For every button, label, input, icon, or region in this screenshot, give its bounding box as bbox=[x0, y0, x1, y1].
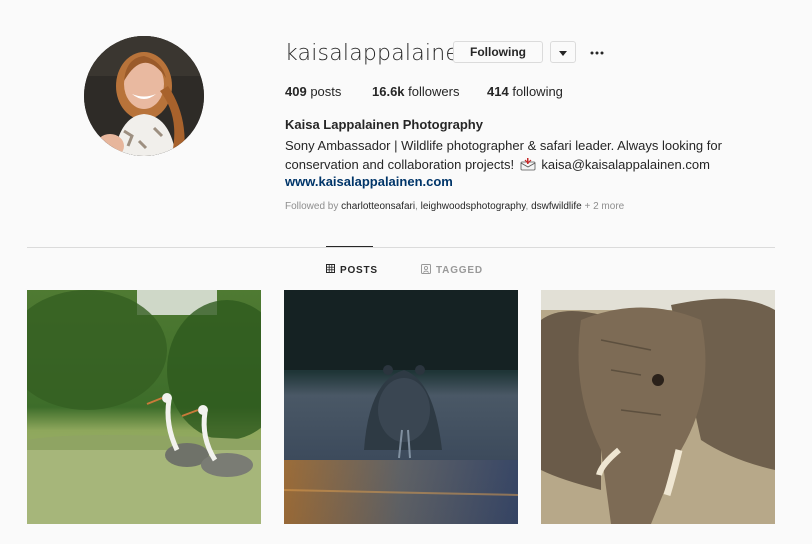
followers-stat[interactable]: 16.6k followers bbox=[372, 84, 459, 99]
caret-down-icon bbox=[559, 43, 567, 61]
tabs-divider bbox=[27, 247, 775, 248]
bio-line-2: conservation and collaboration projects!… bbox=[285, 155, 735, 176]
post-thumbnail[interactable] bbox=[27, 290, 261, 524]
posts-label: posts bbox=[310, 84, 342, 99]
followed-by-more[interactable]: + 2 more bbox=[584, 201, 624, 212]
suggestions-dropdown-button[interactable] bbox=[550, 41, 576, 63]
followed-by-user[interactable]: leighwoodsphotography bbox=[421, 201, 526, 212]
tab-tagged-label: TAGGED bbox=[436, 265, 483, 276]
grid-icon bbox=[326, 264, 335, 276]
tab-tagged[interactable]: TAGGED bbox=[421, 264, 483, 277]
following-count: 414 bbox=[487, 84, 509, 99]
active-tab-indicator bbox=[326, 246, 373, 247]
bio-website-link[interactable]: www.kaisalappalainen.com bbox=[285, 174, 453, 189]
bio-line-1: Sony Ambassador | Wildlife photographer … bbox=[285, 138, 722, 153]
bio-full-name: Kaisa Lappalainen Photography bbox=[285, 117, 483, 132]
more-horizontal-icon bbox=[590, 42, 604, 60]
following-button[interactable]: Following bbox=[453, 41, 543, 63]
following-stat[interactable]: 414 following bbox=[487, 84, 563, 99]
profile-avatar[interactable] bbox=[84, 36, 204, 156]
following-label: following bbox=[512, 84, 563, 99]
bio-text: Sony Ambassador | Wildlife photographer … bbox=[285, 136, 735, 176]
tagged-user-icon bbox=[421, 264, 431, 277]
followed-by[interactable]: Followed by charlotteonsafari, leighwood… bbox=[285, 201, 624, 212]
post-thumbnail[interactable] bbox=[541, 290, 775, 524]
posts-stat: 409 posts bbox=[285, 84, 341, 99]
followed-by-user[interactable]: dswfwildlife bbox=[531, 201, 582, 212]
bio-line-2-text: conservation and collaboration projects! bbox=[285, 157, 515, 172]
tab-posts[interactable]: POSTS bbox=[326, 264, 378, 276]
more-options-button[interactable] bbox=[588, 42, 606, 60]
posts-count: 409 bbox=[285, 84, 307, 99]
profile-username: kaisalappalainen bbox=[285, 41, 474, 66]
followed-by-prefix: Followed by bbox=[285, 201, 339, 212]
mailbox-icon bbox=[520, 157, 536, 176]
bio-email: kaisa@kaisalappalainen.com bbox=[541, 157, 710, 172]
tab-posts-label: POSTS bbox=[340, 264, 378, 276]
post-thumbnail[interactable] bbox=[284, 290, 518, 524]
followed-by-user[interactable]: charlotteonsafari bbox=[341, 201, 415, 212]
followers-count: 16.6k bbox=[372, 84, 405, 99]
followers-label: followers bbox=[408, 84, 460, 99]
